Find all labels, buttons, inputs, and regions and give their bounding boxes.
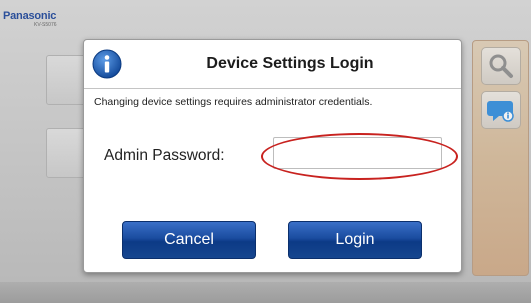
search-button[interactable]	[481, 47, 521, 85]
dialog-message: Changing device settings requires admini…	[94, 96, 373, 108]
login-dialog: Device Settings Login Changing device se…	[83, 39, 462, 273]
side-panel	[472, 40, 529, 276]
dialog-header: Device Settings Login	[84, 40, 461, 89]
search-icon	[489, 54, 513, 78]
brand-logo: Panasonic	[3, 10, 57, 22]
model-number: KV-S5076	[34, 22, 57, 28]
password-label: Admin Password:	[104, 147, 225, 164]
login-button[interactable]: Login	[288, 221, 422, 259]
dialog-title: Device Settings Login	[206, 55, 374, 72]
password-field[interactable]	[273, 137, 442, 169]
chat-info-button[interactable]	[481, 91, 521, 129]
cancel-button[interactable]: Cancel	[122, 221, 256, 259]
chat-info-icon	[487, 101, 514, 122]
bottom-bar	[0, 282, 531, 303]
info-icon	[92, 49, 122, 79]
